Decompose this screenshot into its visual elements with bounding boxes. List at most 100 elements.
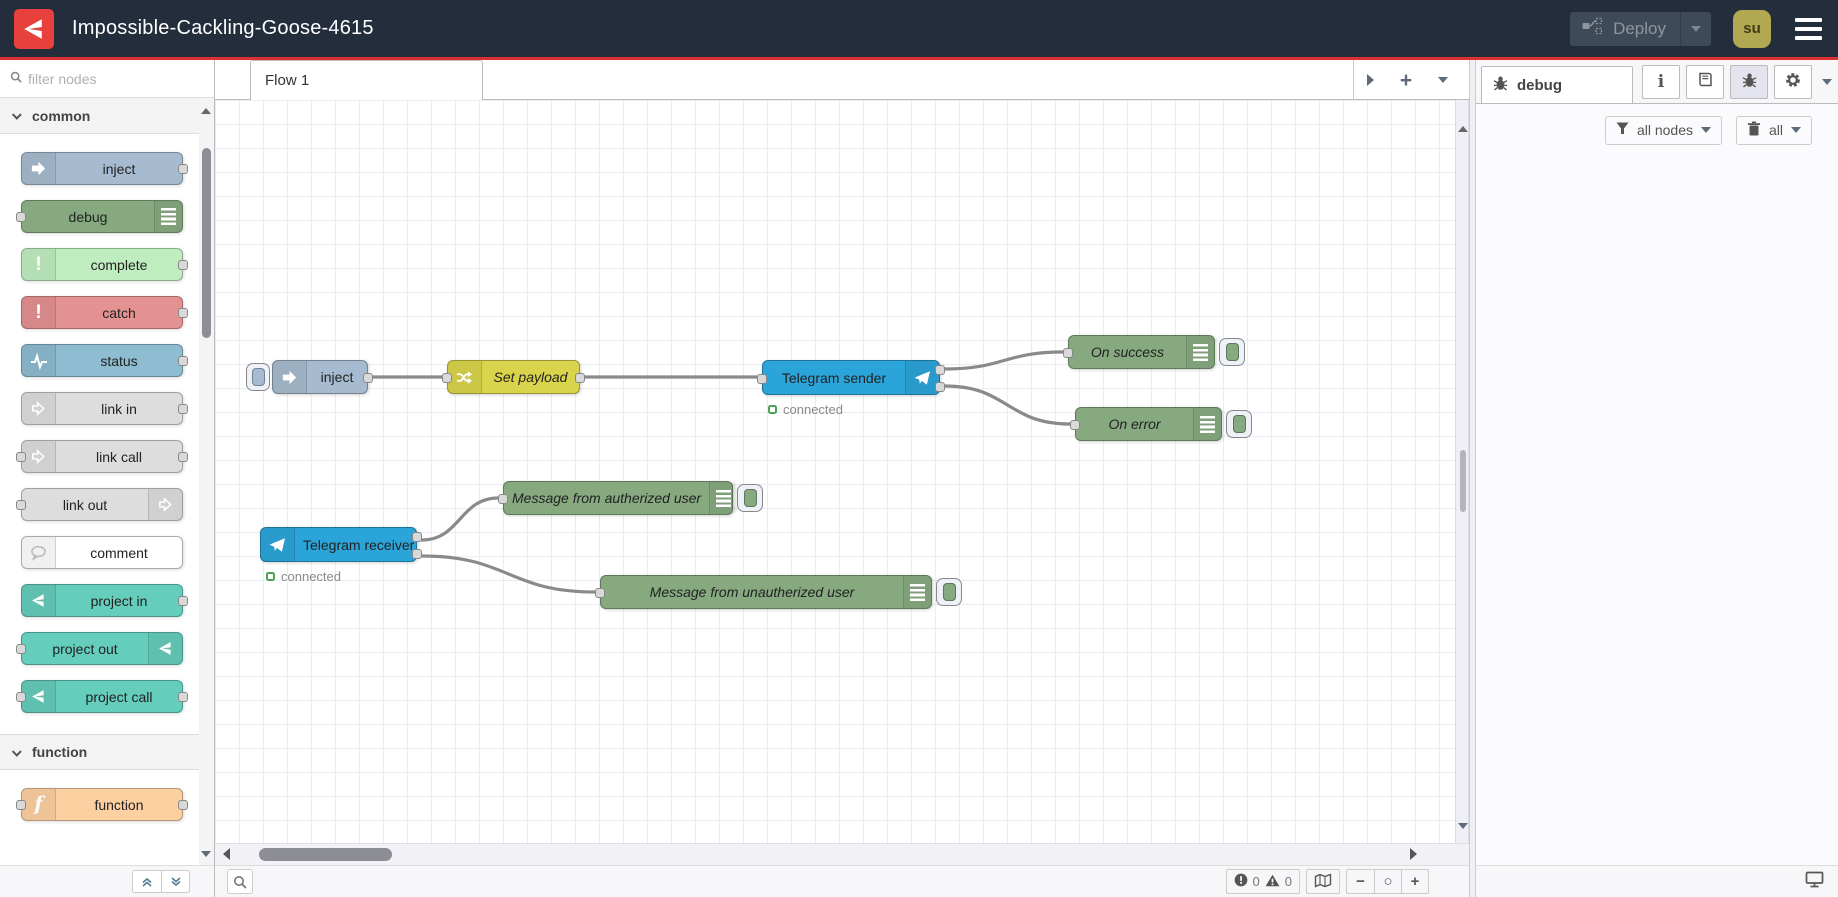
deploy-options-caret[interactable] (1681, 12, 1711, 46)
canvas-horizontal-scrollbar[interactable] (215, 843, 1469, 865)
input-port[interactable] (16, 452, 26, 462)
output-port[interactable] (178, 404, 188, 414)
palette-node-inject[interactable]: inject (21, 152, 188, 185)
debug-filter-dropdown[interactable]: all nodes (1604, 115, 1722, 145)
output-port[interactable] (575, 373, 585, 383)
debug-toggle-button[interactable] (1219, 338, 1245, 366)
palette-search[interactable] (0, 60, 214, 98)
output-port[interactable] (363, 373, 373, 383)
debug-toggle-button[interactable] (936, 578, 962, 606)
zoom-in-button[interactable]: + (1401, 870, 1428, 893)
vertical-scrollbar-thumb[interactable] (1460, 450, 1466, 512)
config-panel-button[interactable] (1774, 65, 1812, 99)
output-port-2[interactable] (412, 549, 422, 559)
canvas-search-button[interactable] (227, 869, 253, 894)
wire[interactable] (420, 554, 597, 594)
flow-node-message-from-unautherized-user[interactable]: Message from unautherized user (595, 575, 962, 609)
output-port[interactable] (178, 800, 188, 810)
palette-node-debug[interactable]: debug (16, 200, 183, 233)
scroll-down-icon[interactable] (1458, 823, 1468, 829)
navigator-button[interactable] (1306, 869, 1340, 894)
input-port[interactable] (16, 692, 26, 702)
scroll-up-icon[interactable] (1458, 126, 1468, 132)
input-port[interactable] (498, 494, 508, 504)
palette-node-status[interactable]: status (21, 344, 188, 377)
flow-node-on-error[interactable]: On error (1070, 407, 1252, 441)
output-port-1[interactable] (412, 532, 422, 542)
info-panel-button[interactable]: i (1642, 65, 1680, 99)
flow-node-inject[interactable]: inject (246, 360, 373, 394)
output-port[interactable] (178, 308, 188, 318)
output-port-1[interactable] (935, 365, 945, 375)
input-port[interactable] (1070, 420, 1080, 430)
tab-flow-1[interactable]: Flow 1 (250, 60, 483, 100)
debug-messages-panel[interactable] (1476, 156, 1838, 865)
zoom-reset-button[interactable]: ○ (1374, 870, 1401, 893)
wire[interactable] (943, 384, 1072, 426)
input-port[interactable] (16, 212, 26, 222)
palette-node-project-call[interactable]: project call (16, 680, 188, 713)
scroll-tabs-right-icon[interactable] (1366, 74, 1374, 86)
user-avatar[interactable]: su (1733, 9, 1771, 48)
output-port[interactable] (178, 356, 188, 366)
help-panel-button[interactable] (1686, 65, 1724, 99)
debug-toggle-button[interactable] (1226, 410, 1252, 438)
flow-node-telegram-receiver[interactable]: Telegram receiver (260, 527, 422, 562)
zoom-out-button[interactable]: − (1347, 870, 1374, 893)
wire[interactable] (943, 350, 1065, 371)
output-port[interactable] (178, 452, 188, 462)
output-port-2[interactable] (935, 382, 945, 392)
sidebar-splitter[interactable] (1469, 60, 1476, 897)
sidebar-collapse-caret[interactable] (1822, 79, 1832, 85)
palette-node-link-in[interactable]: link in (21, 392, 188, 425)
input-port[interactable] (16, 800, 26, 810)
flow-node-set-payload[interactable]: Set payload (442, 360, 585, 394)
input-port[interactable] (1063, 348, 1073, 358)
palette-node-complete[interactable]: ! complete (21, 248, 188, 281)
palette-search-input[interactable] (28, 70, 178, 87)
flow-node-on-success[interactable]: On success (1063, 335, 1245, 369)
palette-node-link-out[interactable]: link out (16, 488, 183, 521)
debug-clear-dropdown[interactable]: all (1735, 115, 1812, 145)
output-port[interactable] (178, 260, 188, 270)
flow-node-telegram-sender[interactable]: Telegram sender (757, 360, 945, 395)
output-port[interactable] (178, 164, 188, 174)
palette-node-link-call[interactable]: link call (16, 440, 188, 473)
flow-list-caret[interactable] (1438, 77, 1449, 83)
tab-debug[interactable]: debug (1481, 66, 1633, 103)
scroll-right-icon[interactable] (1410, 848, 1417, 860)
deploy-button[interactable]: Deploy (1570, 11, 1711, 46)
notifications-group[interactable]: 0 0 (1225, 869, 1300, 894)
input-port[interactable] (16, 644, 26, 654)
horizontal-scrollbar-thumb[interactable] (259, 848, 392, 861)
input-port[interactable] (16, 500, 26, 510)
palette-node-project-in[interactable]: project in (21, 584, 188, 617)
debug-toggle-button[interactable] (737, 484, 763, 512)
palette-scrollbar[interactable] (199, 98, 214, 865)
debug-panel-button[interactable] (1730, 65, 1768, 99)
add-flow-button[interactable]: + (1400, 70, 1412, 91)
palette-category-common[interactable]: common (0, 98, 214, 134)
scroll-left-icon[interactable] (223, 848, 230, 860)
inject-trigger-button[interactable] (246, 363, 270, 391)
flowfuse-logo-icon[interactable] (14, 8, 54, 49)
hamburger-menu-icon[interactable] (1793, 14, 1824, 44)
wire[interactable] (420, 496, 500, 542)
palette-node-catch[interactable]: ! catch (21, 296, 188, 329)
scroll-down-icon[interactable] (201, 851, 211, 857)
scroll-up-icon[interactable] (201, 108, 211, 114)
palette-node-project-out[interactable]: project out (16, 632, 183, 665)
canvas-vertical-scrollbar[interactable] (1455, 100, 1469, 843)
expand-all-categories-button[interactable] (161, 870, 190, 893)
palette-scrollbar-thumb[interactable] (202, 148, 211, 338)
input-port[interactable] (442, 373, 452, 383)
flow-node-message-from-autherized-user[interactable]: Message from autherized user (498, 481, 763, 515)
output-port[interactable] (178, 596, 188, 606)
collapse-all-categories-button[interactable] (132, 870, 161, 893)
palette-category-function[interactable]: function (0, 734, 214, 770)
input-port[interactable] (595, 588, 605, 598)
palette-node-function[interactable]: f function (16, 788, 188, 821)
open-window-button[interactable] (1805, 871, 1824, 893)
flow-canvas[interactable]: inject Set payload Telegram sender connecte… (215, 100, 1469, 843)
output-port[interactable] (178, 692, 188, 702)
